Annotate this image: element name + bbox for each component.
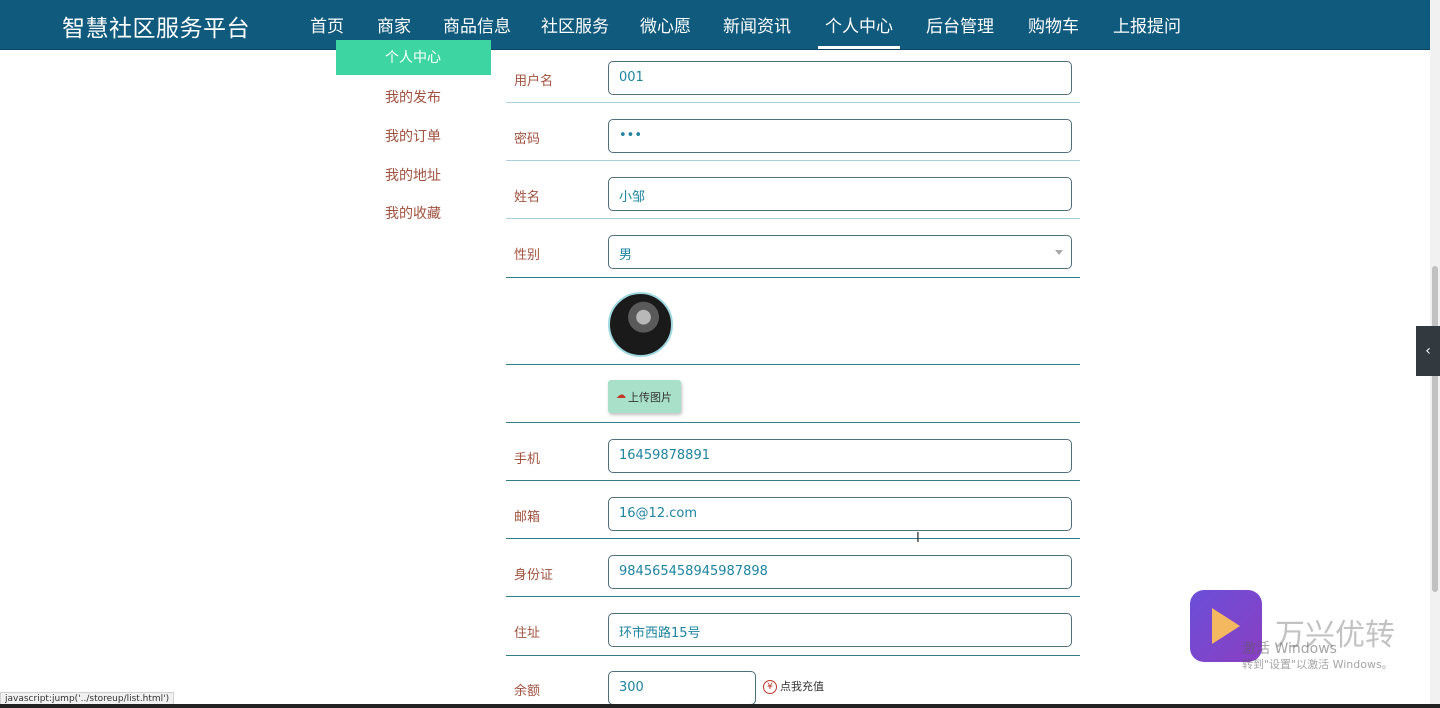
address-field[interactable]: 环市西路15号 bbox=[608, 613, 1072, 647]
sidebar-item-personal-center[interactable]: 个人中心 bbox=[336, 40, 491, 75]
phone-value: 16459878891 bbox=[619, 448, 710, 463]
yen-icon: ¥ bbox=[763, 680, 777, 694]
nav-report-question[interactable]: 上报提问 bbox=[1113, 12, 1181, 37]
activate-windows-title: 激活 Windows bbox=[1242, 641, 1337, 657]
gender-value: 男 bbox=[619, 248, 633, 263]
nav-products[interactable]: 商品信息 bbox=[443, 12, 511, 37]
row-divider bbox=[506, 364, 1080, 365]
text-cursor-icon: I bbox=[916, 531, 920, 546]
recharge-link[interactable]: ¥ 点我充值 bbox=[763, 678, 824, 694]
row-divider bbox=[506, 538, 1080, 539]
sidebar-item-my-favorites[interactable]: 我的收藏 bbox=[385, 203, 441, 223]
row-divider bbox=[506, 277, 1080, 278]
sidebar-item-my-addresses[interactable]: 我的地址 bbox=[385, 165, 441, 185]
site-brand[interactable]: 智慧社区服务平台 bbox=[62, 9, 250, 43]
password-field[interactable]: ••• bbox=[608, 119, 1072, 153]
balance-field: 300 bbox=[608, 671, 756, 705]
email-field[interactable]: 16@12.com bbox=[608, 497, 1072, 531]
top-navbar: 智慧社区服务平台 首页 商家 商品信息 社区服务 微心愿 新闻资讯 个人中心 后… bbox=[0, 0, 1430, 50]
gender-label: 性别 bbox=[514, 248, 541, 263]
username-value: 001 bbox=[619, 70, 644, 85]
address-label: 住址 bbox=[514, 626, 541, 641]
sidebar-item-my-posts[interactable]: 我的发布 bbox=[385, 87, 441, 107]
phone-label: 手机 bbox=[514, 452, 541, 467]
email-label: 邮箱 bbox=[514, 510, 541, 525]
phone-field[interactable]: 16459878891 bbox=[608, 439, 1072, 473]
name-label: 姓名 bbox=[514, 190, 541, 205]
nav-personal-center[interactable]: 个人中心 bbox=[818, 12, 900, 49]
bottom-edge bbox=[0, 704, 1440, 708]
username-field[interactable]: 001 bbox=[608, 61, 1072, 95]
row-divider bbox=[506, 422, 1080, 423]
nav-news[interactable]: 新闻资讯 bbox=[723, 12, 791, 37]
row-divider bbox=[506, 480, 1080, 481]
address-value: 环市西路15号 bbox=[619, 626, 701, 641]
upload-image-label: 上传图片 bbox=[628, 391, 672, 404]
caret-down-icon bbox=[1055, 250, 1063, 255]
avatar bbox=[608, 292, 673, 357]
password-label: 密码 bbox=[514, 132, 541, 147]
balance-value: 300 bbox=[619, 680, 644, 695]
chevron-left-icon[interactable]: ‹ bbox=[1416, 326, 1440, 376]
balance-label: 余额 bbox=[514, 684, 541, 699]
name-value: 小邹 bbox=[619, 190, 646, 205]
nav-cart[interactable]: 购物车 bbox=[1028, 12, 1079, 37]
gender-select[interactable]: 男 bbox=[608, 235, 1072, 269]
nav-wishes[interactable]: 微心愿 bbox=[640, 12, 691, 37]
row-divider bbox=[506, 102, 1080, 103]
email-value: 16@12.com bbox=[619, 506, 697, 521]
password-value: ••• bbox=[619, 128, 643, 143]
nav-admin[interactable]: 后台管理 bbox=[926, 12, 994, 37]
cloud-upload-icon: ☁ bbox=[616, 390, 626, 401]
activate-windows-hint: 转到"设置"以激活 Windows。 bbox=[1242, 658, 1393, 671]
row-divider bbox=[506, 596, 1080, 597]
recharge-label: 点我充值 bbox=[780, 680, 824, 693]
name-field[interactable]: 小邹 bbox=[608, 177, 1072, 211]
id-card-field[interactable]: 984565458945987898 bbox=[608, 555, 1072, 589]
row-divider bbox=[506, 160, 1080, 161]
id-card-label: 身份证 bbox=[514, 568, 554, 583]
row-divider bbox=[506, 218, 1080, 219]
nav-community-services[interactable]: 社区服务 bbox=[541, 12, 609, 37]
upload-image-button[interactable]: ☁ 上传图片 bbox=[608, 380, 681, 413]
username-label: 用户名 bbox=[514, 74, 554, 89]
row-divider bbox=[506, 655, 1080, 656]
sidebar-item-my-orders[interactable]: 我的订单 bbox=[385, 126, 441, 146]
scrollbar-thumb[interactable] bbox=[1432, 266, 1438, 592]
nav-home[interactable]: 首页 bbox=[310, 12, 344, 37]
sidebar-item-label: 个人中心 bbox=[385, 50, 441, 66]
nav-merchants[interactable]: 商家 bbox=[377, 12, 411, 37]
id-card-value: 984565458945987898 bbox=[619, 564, 768, 579]
